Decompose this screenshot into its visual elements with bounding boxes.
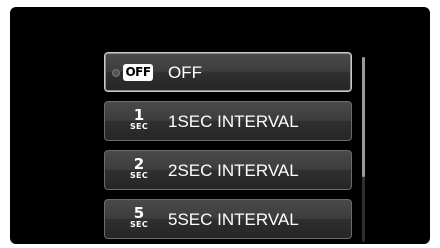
scrollbar-thumb[interactable] (362, 57, 365, 177)
menu-item-off[interactable]: OFF OFF (104, 52, 352, 92)
1sec-icon: 1 SEC (124, 106, 154, 133)
menu-item-label: 2SEC INTERVAL (168, 161, 299, 180)
icon-number: 1 (133, 106, 145, 124)
menu-item-label: OFF (168, 63, 202, 82)
selection-indicator-icon (112, 69, 120, 77)
camera-menu-screen: OFF OFF 1 SEC 1SEC INTERVAL 2 SEC 2SEC I… (10, 7, 430, 244)
icon-number: 5 (133, 204, 145, 222)
icon-number: 2 (133, 155, 145, 173)
icon-unit: SEC (130, 171, 148, 180)
icon-unit: SEC (130, 220, 148, 229)
menu-item-label: 1SEC INTERVAL (168, 112, 299, 131)
2sec-icon: 2 SEC (124, 155, 154, 182)
off-icon: OFF (123, 64, 153, 81)
menu-item-1sec-interval[interactable]: 1 SEC 1SEC INTERVAL (104, 101, 352, 141)
menu-scrollbar[interactable] (362, 57, 365, 242)
menu-item-label: 5SEC INTERVAL (168, 210, 299, 229)
icon-unit: SEC (130, 122, 148, 131)
menu-item-5sec-interval[interactable]: 5 SEC 5SEC INTERVAL (104, 199, 352, 239)
menu-item-2sec-interval[interactable]: 2 SEC 2SEC INTERVAL (104, 150, 352, 190)
5sec-icon: 5 SEC (124, 204, 154, 231)
